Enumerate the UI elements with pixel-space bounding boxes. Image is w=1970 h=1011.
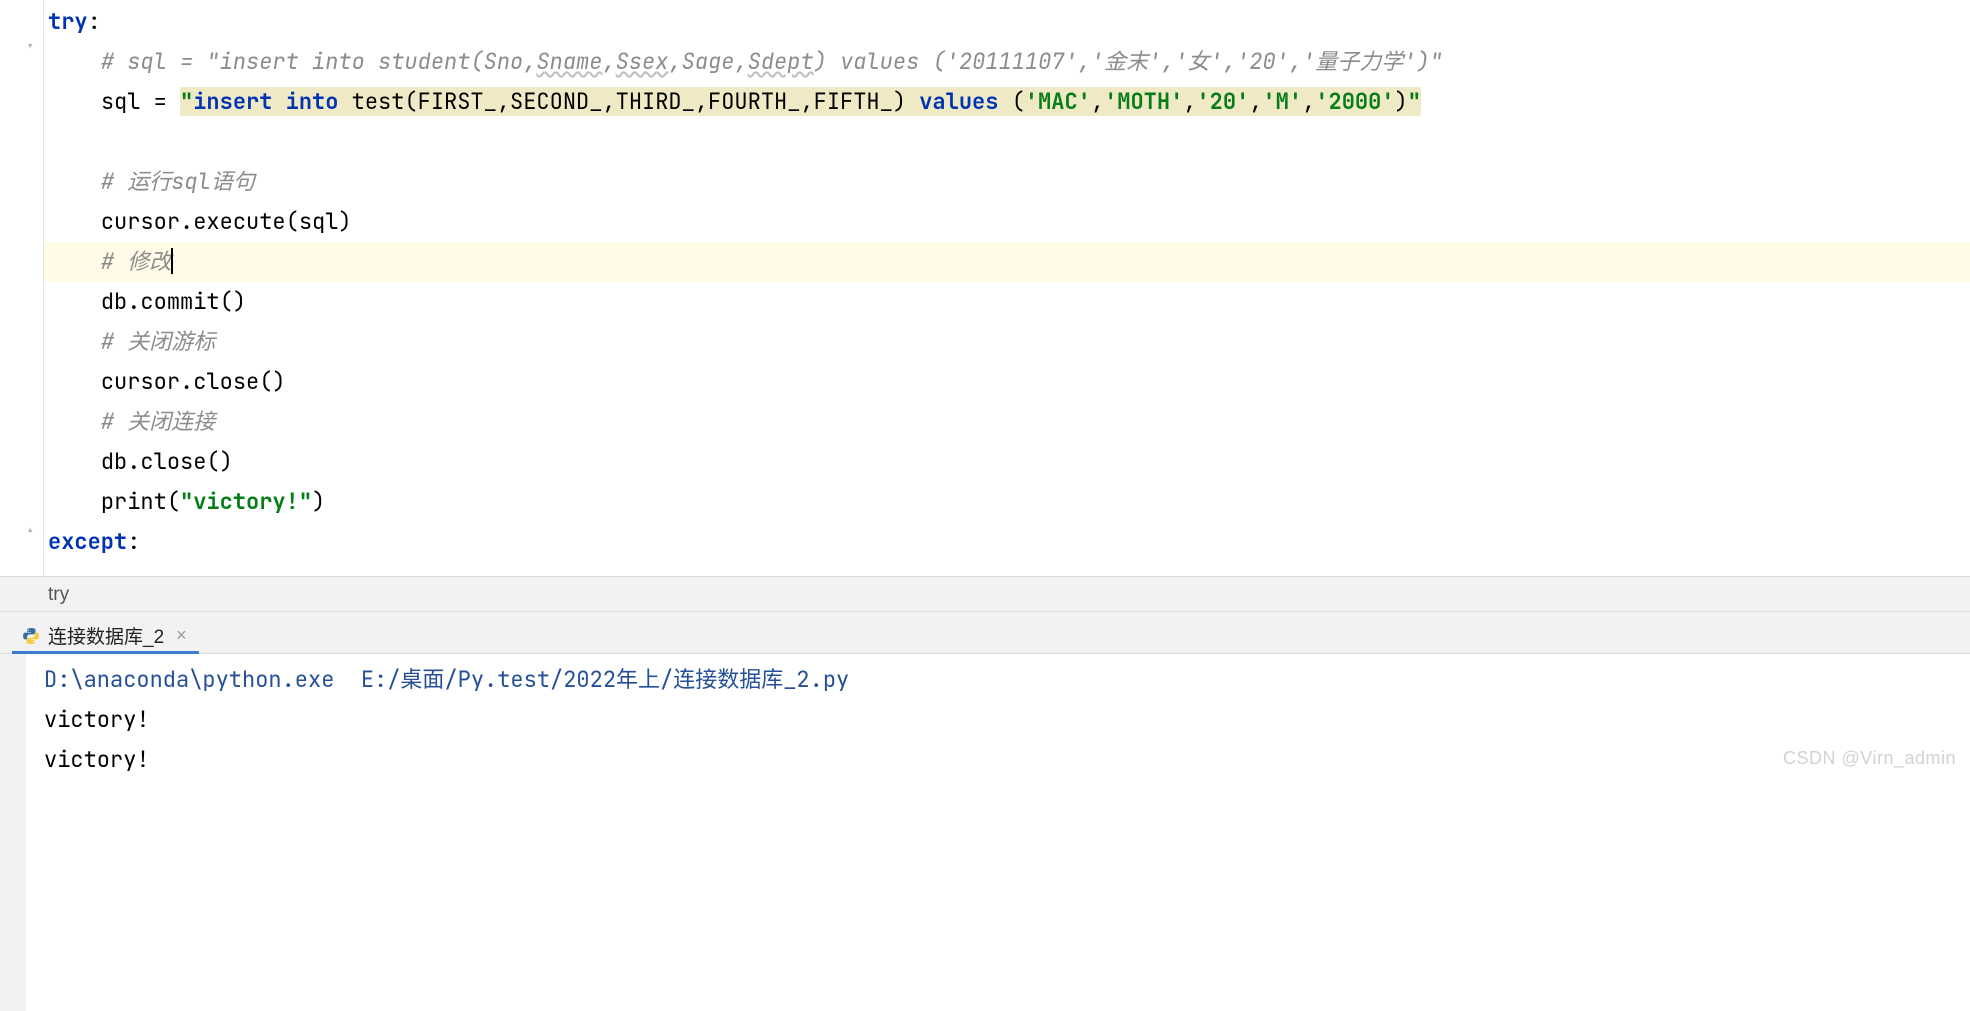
var-assign: sql =	[101, 87, 180, 116]
code-line-blank[interactable]	[44, 122, 1970, 162]
python-icon	[22, 627, 40, 645]
code-line[interactable]: cursor.execute(sql)	[44, 202, 1970, 242]
fold-open-icon[interactable]: ▾	[26, 40, 40, 54]
sql-keyword: insert into	[193, 87, 351, 116]
comment-underlined: Sname	[536, 47, 602, 76]
close-icon[interactable]: ×	[176, 625, 187, 646]
code-line[interactable]: except:	[44, 522, 1970, 562]
run-tab-bar: 连接数据库_2 ×	[0, 612, 1970, 654]
code-line[interactable]: sql = "insert into test(FIRST_,SECOND_,T…	[44, 82, 1970, 122]
comment: # 修改	[101, 247, 171, 276]
code-line[interactable]: db.close()	[44, 442, 1970, 482]
run-console[interactable]: D:\anaconda\python.exe E:/桌面/Py.test/202…	[0, 654, 1970, 1011]
keyword-except: except	[48, 527, 127, 556]
code-line[interactable]: db.commit()	[44, 282, 1970, 322]
fold-close-icon[interactable]: ▴	[26, 524, 40, 538]
colon: :	[88, 7, 101, 36]
code-line[interactable]: cursor.close()	[44, 362, 1970, 402]
watermark: CSDN @Virn_admin	[1783, 748, 1956, 769]
code-line[interactable]: try:	[44, 2, 1970, 42]
code-line[interactable]: print("victory!")	[44, 482, 1970, 522]
code-line[interactable]: # 关闭连接	[44, 402, 1970, 442]
console-output[interactable]: D:\anaconda\python.exe E:/桌面/Py.test/202…	[44, 660, 1970, 780]
code-line[interactable]: # 关闭游标	[44, 322, 1970, 362]
keyword-try: try	[48, 7, 88, 36]
console-line-stdout: victory!	[44, 740, 1970, 780]
code-editor[interactable]: ▾ ▴ try: # sql = "insert into student(Sn…	[0, 0, 1970, 576]
code-line[interactable]: # sql = "insert into student(Sno,Sname,S…	[44, 42, 1970, 82]
statement: cursor.execute(sql)	[101, 207, 352, 236]
console-gutter	[0, 654, 26, 1011]
breadcrumb[interactable]: try	[0, 576, 1970, 612]
code-line[interactable]: # 运行sql语句	[44, 162, 1970, 202]
run-tab-active[interactable]: 连接数据库_2 ×	[12, 616, 199, 653]
console-line-stdout: victory!	[44, 700, 1970, 740]
code-area[interactable]: try: # sql = "insert into student(Sno,Sn…	[44, 0, 1970, 562]
code-line-active[interactable]: # 修改	[44, 242, 1970, 282]
breadcrumb-item[interactable]: try	[48, 584, 69, 605]
console-line-command: D:\anaconda\python.exe E:/桌面/Py.test/202…	[44, 660, 1970, 700]
run-tab-label: 连接数据库_2	[48, 622, 164, 649]
comment: # sql = "insert into student(Sno,	[101, 47, 537, 76]
editor-gutter: ▾ ▴	[0, 0, 44, 576]
text-cursor	[171, 248, 173, 274]
comment: # 运行sql语句	[101, 167, 255, 196]
